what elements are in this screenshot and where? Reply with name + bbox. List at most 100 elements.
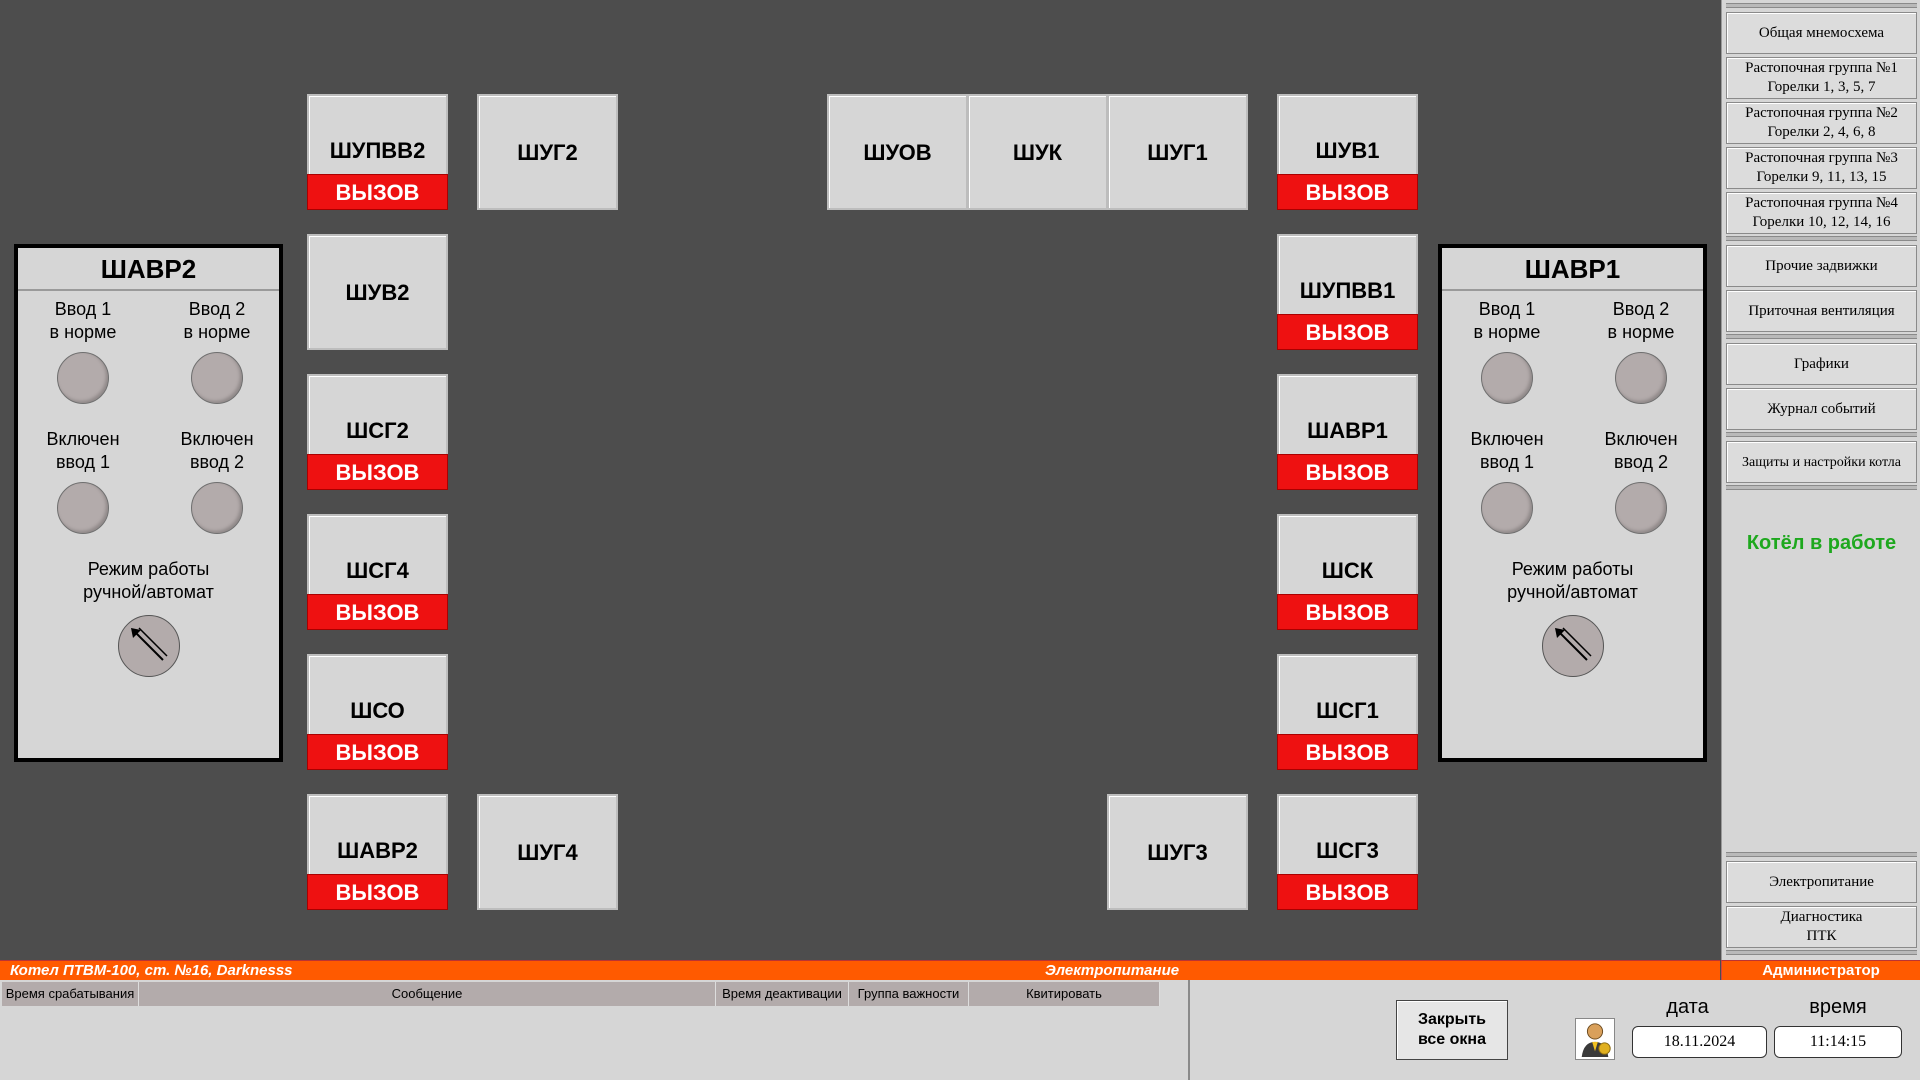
cabinet-shsk[interactable]: ШСК ВЫЗОВ bbox=[1277, 514, 1418, 630]
menu-separator bbox=[1726, 432, 1917, 437]
input1-on-lamp bbox=[1481, 482, 1533, 534]
navigation-menu: Общая мнемосхема Растопочная группа №1 Г… bbox=[1721, 0, 1920, 960]
cabinet-name: ШУПВВ2 bbox=[329, 138, 426, 163]
menu-separator bbox=[1726, 950, 1917, 955]
cabinet-name: ШСО bbox=[350, 698, 405, 723]
cabinet-shsg2[interactable]: ШСГ2 ВЫЗОВ bbox=[307, 374, 448, 490]
cabinet-shug1[interactable]: ШУГ1 bbox=[1107, 94, 1248, 210]
status-bar: Котел ПТВМ-100, ст. №16, Darknesss Элект… bbox=[0, 960, 1720, 980]
menu-boiler-protection[interactable]: Защиты и настройки котла bbox=[1726, 441, 1917, 483]
abr-title: ШАВР2 bbox=[18, 248, 279, 291]
cabinet-name: ШАВР1 bbox=[1307, 418, 1388, 443]
mnemonic-screen: ШУПВВ2 ВЫЗОВ ШУГ2 ШУОВ ШУК ШУГ1 ШУВ1 ВЫЗ… bbox=[0, 0, 1920, 1080]
alarm-table-header: Время срабатывания Сообщение Время деакт… bbox=[2, 982, 1160, 1006]
time-label: время bbox=[1809, 996, 1867, 1018]
user-avatar-icon[interactable] bbox=[1575, 1018, 1615, 1060]
cabinet-shsg3[interactable]: ШСГ3 ВЫЗОВ bbox=[1277, 794, 1418, 910]
cabinet-name: ШАВР2 bbox=[337, 838, 418, 863]
cabinet-shug3[interactable]: ШУГ3 bbox=[1107, 794, 1248, 910]
cabinet-shsg4[interactable]: ШСГ4 ВЫЗОВ bbox=[307, 514, 448, 630]
menu-separator bbox=[1726, 852, 1917, 857]
call-indicator: ВЫЗОВ bbox=[1277, 174, 1418, 210]
date-label: дата bbox=[1666, 996, 1709, 1018]
cabinet-name: ШСК bbox=[1321, 558, 1374, 583]
menu-supply-ventilation[interactable]: Приточная вентиляция bbox=[1726, 290, 1917, 332]
menu-group-1[interactable]: Растопочная группа №1 Горелки 1, 3, 5, 7 bbox=[1726, 57, 1917, 99]
mode-label: Режим работы ручной/автомат bbox=[1507, 559, 1638, 602]
cabinet-shavr1[interactable]: ШАВР1 ВЫЗОВ bbox=[1277, 374, 1418, 490]
cabinet-name: ШУГ4 bbox=[517, 840, 578, 865]
close-all-windows-button[interactable]: Закрыть все окна bbox=[1396, 1000, 1508, 1060]
station-label: Котел ПТВМ-100, ст. №16, Darknesss bbox=[10, 962, 293, 979]
cabinet-name: ШУОВ bbox=[863, 140, 932, 165]
menu-other-valves[interactable]: Прочие задвижки bbox=[1726, 245, 1917, 287]
cabinet-shupvv2[interactable]: ШУПВВ2 ВЫЗОВ bbox=[307, 94, 448, 210]
cabinet-shuv1[interactable]: ШУВ1 ВЫЗОВ bbox=[1277, 94, 1418, 210]
input2-on-lamp bbox=[191, 482, 243, 534]
cabinet-shug2[interactable]: ШУГ2 bbox=[477, 94, 618, 210]
input2-normal-label: Ввод 2 в норме bbox=[183, 299, 251, 342]
cabinet-name: ШУК bbox=[1012, 140, 1063, 165]
input1-normal-lamp bbox=[57, 352, 109, 404]
input2-normal-lamp bbox=[1615, 352, 1667, 404]
cabinet-name: ШСГ1 bbox=[1316, 698, 1379, 723]
col-severity-group[interactable]: Группа важности bbox=[849, 982, 969, 1006]
menu-diagnostics[interactable]: Диагностика ПТК bbox=[1726, 906, 1917, 948]
cabinet-name: ШСГ2 bbox=[346, 418, 409, 443]
cabinet-name: ШУГ2 bbox=[517, 140, 578, 165]
input2-on-label: Включен ввод 2 bbox=[1604, 429, 1678, 472]
cabinet-name: ШУВ2 bbox=[345, 280, 410, 305]
call-indicator: ВЫЗОВ bbox=[307, 734, 448, 770]
cabinet-name: ШУГ3 bbox=[1147, 840, 1208, 865]
cabinet-shavr2[interactable]: ШАВР2 ВЫЗОВ bbox=[307, 794, 448, 910]
call-indicator: ВЫЗОВ bbox=[307, 174, 448, 210]
input1-normal-label: Ввод 1 в норме bbox=[49, 299, 117, 342]
menu-group-4[interactable]: Растопочная группа №4 Горелки 10, 12, 14… bbox=[1726, 192, 1917, 234]
col-trigger-time[interactable]: Время срабатывания bbox=[2, 982, 139, 1006]
menu-group-3[interactable]: Растопочная группа №3 Горелки 9, 11, 13,… bbox=[1726, 147, 1917, 189]
cabinet-shso[interactable]: ШСО ВЫЗОВ bbox=[307, 654, 448, 770]
mode-switch-icon[interactable] bbox=[1542, 615, 1604, 677]
call-indicator: ВЫЗОВ bbox=[1277, 874, 1418, 910]
cabinet-name: ШСГ4 bbox=[346, 558, 409, 583]
call-indicator: ВЫЗОВ bbox=[307, 454, 448, 490]
call-indicator: ВЫЗОВ bbox=[1277, 734, 1418, 770]
cabinet-shupvv1[interactable]: ШУПВВ1 ВЫЗОВ bbox=[1277, 234, 1418, 350]
abr-panel-right: ШАВР1 Ввод 1 в норме Ввод 2 в норме Вклю… bbox=[1438, 244, 1707, 762]
cabinet-name: ШУВ1 bbox=[1315, 138, 1380, 163]
cabinet-shug4[interactable]: ШУГ4 bbox=[477, 794, 618, 910]
menu-group-2[interactable]: Растопочная группа №2 Горелки 2, 4, 6, 8 bbox=[1726, 102, 1917, 144]
menu-charts[interactable]: Графики bbox=[1726, 343, 1917, 385]
call-indicator: ВЫЗОВ bbox=[1277, 454, 1418, 490]
col-deactivation-time[interactable]: Время деактивации bbox=[716, 982, 849, 1006]
col-acknowledge[interactable]: Квитировать bbox=[969, 982, 1160, 1006]
cabinet-shuv2[interactable]: ШУВ2 bbox=[307, 234, 448, 350]
call-indicator: ВЫЗОВ bbox=[307, 594, 448, 630]
input2-on-lamp bbox=[1615, 482, 1667, 534]
menu-power-supply[interactable]: Электропитание bbox=[1726, 861, 1917, 903]
cabinet-shuk[interactable]: ШУК bbox=[967, 94, 1108, 210]
cabinet-name: ШУГ1 bbox=[1147, 140, 1208, 165]
cabinet-shsg1[interactable]: ШСГ1 ВЫЗОВ bbox=[1277, 654, 1418, 770]
input1-normal-label: Ввод 1 в норме bbox=[1473, 299, 1541, 342]
call-indicator: ВЫЗОВ bbox=[1277, 594, 1418, 630]
abr-title: ШАВР1 bbox=[1442, 248, 1703, 291]
abr-panel-left: ШАВР2 Ввод 1 в норме Ввод 2 в норме Вклю… bbox=[14, 244, 283, 762]
cabinet-name: ШСГ3 bbox=[1316, 838, 1379, 863]
input2-normal-lamp bbox=[191, 352, 243, 404]
cabinet-shuov[interactable]: ШУОВ bbox=[827, 94, 968, 210]
menu-event-journal[interactable]: Журнал событий bbox=[1726, 388, 1917, 430]
date-field: 18.11.2024 bbox=[1632, 1026, 1767, 1058]
input1-on-lamp bbox=[57, 482, 109, 534]
col-message[interactable]: Сообщение bbox=[139, 982, 716, 1006]
input1-normal-lamp bbox=[1481, 352, 1533, 404]
alarm-table: Время срабатывания Сообщение Время деакт… bbox=[0, 980, 1190, 1080]
bottom-panel: Закрыть все окна дата время 18.11.2024 1… bbox=[1190, 980, 1920, 1080]
menu-separator bbox=[1726, 485, 1917, 490]
input2-normal-label: Ввод 2 в норме bbox=[1607, 299, 1675, 342]
mode-switch-icon[interactable] bbox=[118, 615, 180, 677]
menu-general-scheme[interactable]: Общая мнемосхема bbox=[1726, 12, 1917, 54]
cabinet-name: ШУПВВ1 bbox=[1299, 278, 1396, 303]
current-screen-label: Электропитание bbox=[1045, 962, 1180, 979]
menu-separator bbox=[1726, 3, 1917, 8]
